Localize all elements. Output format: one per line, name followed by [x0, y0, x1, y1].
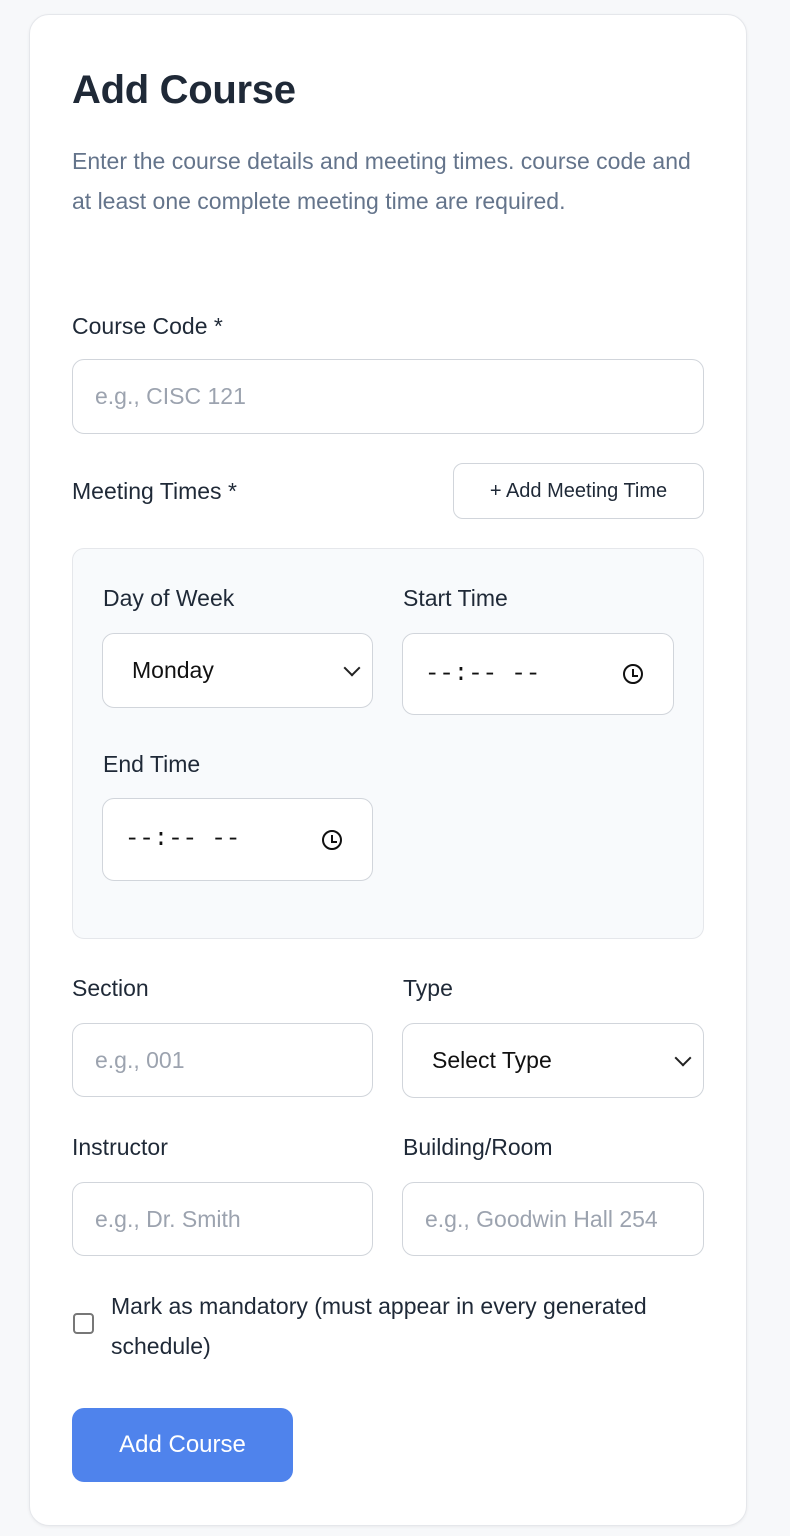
building-room-label: Building/Room [403, 1134, 553, 1160]
section-label: Section [72, 975, 149, 1001]
mandatory-checkbox[interactable] [73, 1313, 94, 1334]
end-time-input[interactable]: --:-- -- [102, 798, 373, 881]
chevron-down-icon [343, 659, 361, 676]
instructor-placeholder: e.g., Dr. Smith [95, 1205, 241, 1232]
page-title: Add Course [72, 68, 296, 112]
meeting-times-label: Meeting Times * [72, 478, 237, 504]
end-time-label: End Time [103, 751, 201, 777]
type-label: Type [403, 975, 453, 1001]
start-time-value: --:-- -- [425, 660, 541, 688]
end-time-value: --:-- -- [125, 826, 241, 853]
form-description: Enter the course details and meeting tim… [72, 148, 691, 214]
course-code-label: Course Code * [72, 313, 223, 339]
chevron-down-icon [674, 1049, 692, 1066]
building-room-placeholder: e.g., Goodwin Hall 254 [425, 1205, 658, 1232]
type-select[interactable]: Select Type [402, 1023, 704, 1098]
building-room-input[interactable]: e.g., Goodwin Hall 254 [402, 1182, 704, 1256]
day-of-week-select[interactable]: Monday [102, 633, 373, 708]
clock-icon[interactable] [623, 664, 643, 684]
course-code-input[interactable]: e.g., CISC 121 [72, 359, 704, 434]
start-time-label: Start Time [403, 585, 508, 611]
instructor-label: Instructor [72, 1134, 168, 1160]
day-of-week-value: Monday [132, 657, 214, 683]
course-code-placeholder: e.g., CISC 121 [95, 383, 246, 409]
type-value: Select Type [432, 1047, 552, 1073]
mandatory-checkbox-label[interactable]: Mark as mandatory (must appear in every … [111, 1286, 671, 1366]
instructor-input[interactable]: e.g., Dr. Smith [72, 1182, 373, 1256]
add-course-button[interactable]: Add Course [72, 1408, 293, 1482]
day-of-week-label: Day of Week [103, 585, 235, 611]
section-placeholder: e.g., 001 [95, 1046, 185, 1073]
add-meeting-time-button[interactable]: + Add Meeting Time [453, 463, 704, 519]
start-time-input[interactable]: --:-- -- [402, 633, 674, 715]
clock-icon[interactable] [322, 829, 342, 850]
section-input[interactable]: e.g., 001 [72, 1023, 373, 1097]
